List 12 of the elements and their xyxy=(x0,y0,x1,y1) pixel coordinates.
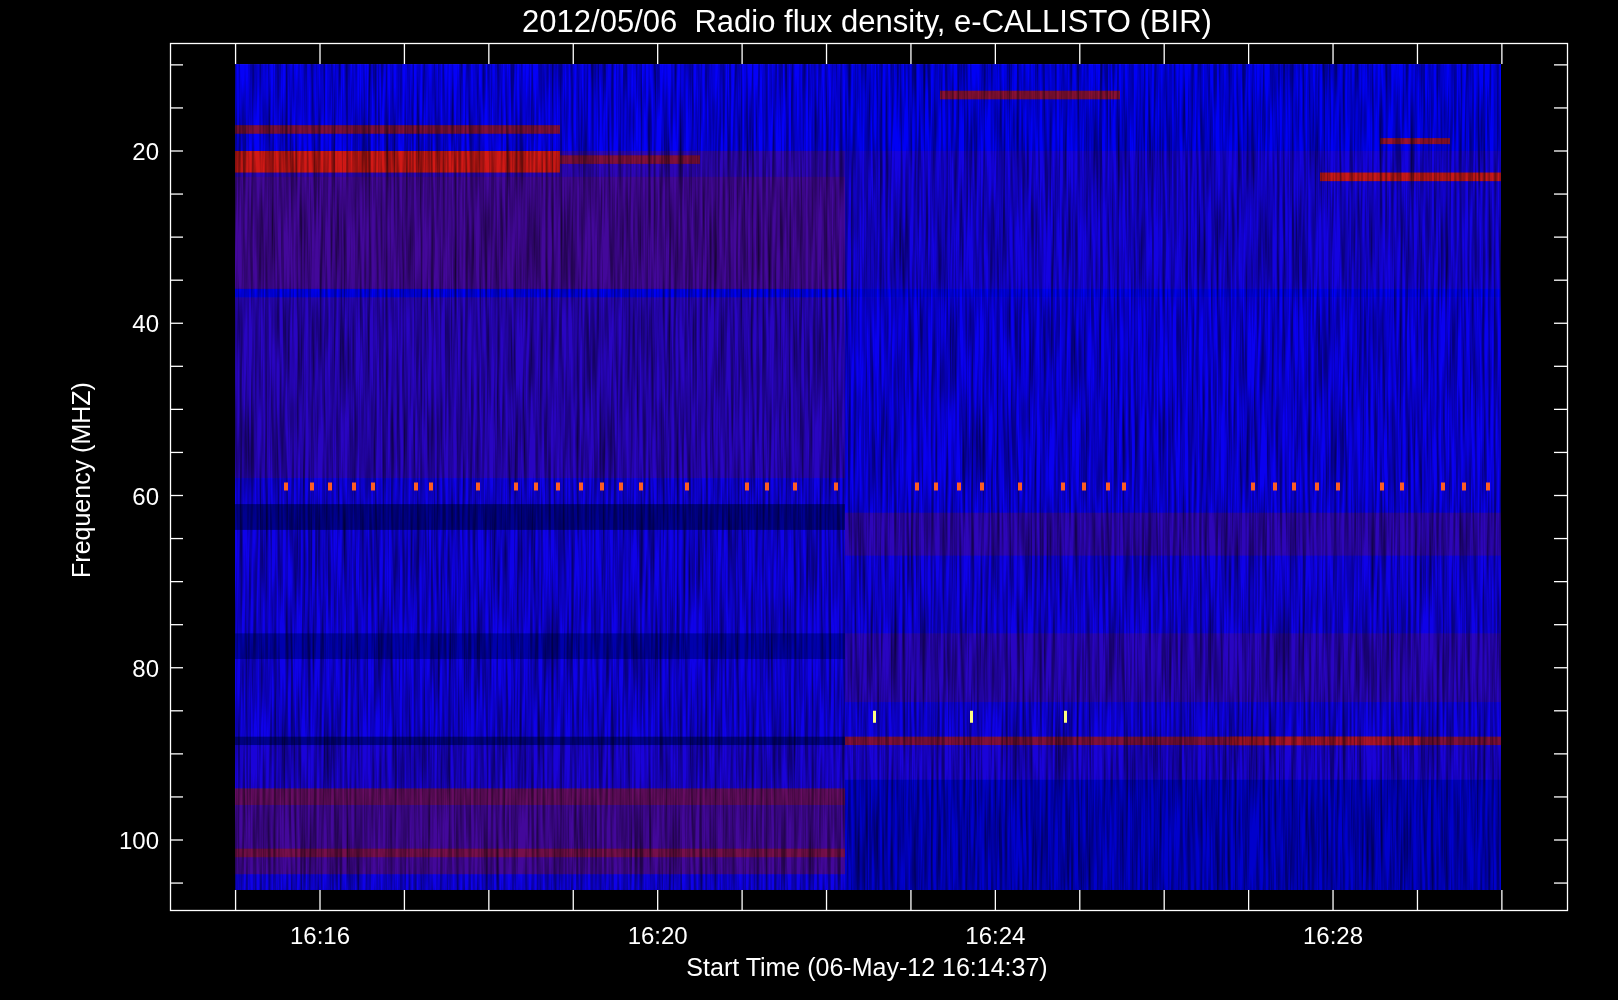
tick-label: 80 xyxy=(132,654,159,682)
tick-label: 16:24 xyxy=(965,922,1026,949)
axis-label: Frequency (MHZ) xyxy=(67,382,95,578)
tick-label: 40 xyxy=(132,310,159,338)
tick-label: 100 xyxy=(118,827,159,854)
tick-label: 20 xyxy=(132,138,159,165)
tick-label: 16:16 xyxy=(289,922,351,949)
tick-label: 60 xyxy=(132,482,159,510)
tick-label: 16:28 xyxy=(1303,922,1364,949)
axis-label: Start Time (06-May-12 16:14:37) xyxy=(686,953,1048,981)
tick-label: 16:20 xyxy=(627,922,688,949)
chart-title: 2012/05/06 Radio flux density, e-CALLISTO (BIR) xyxy=(522,4,1212,39)
